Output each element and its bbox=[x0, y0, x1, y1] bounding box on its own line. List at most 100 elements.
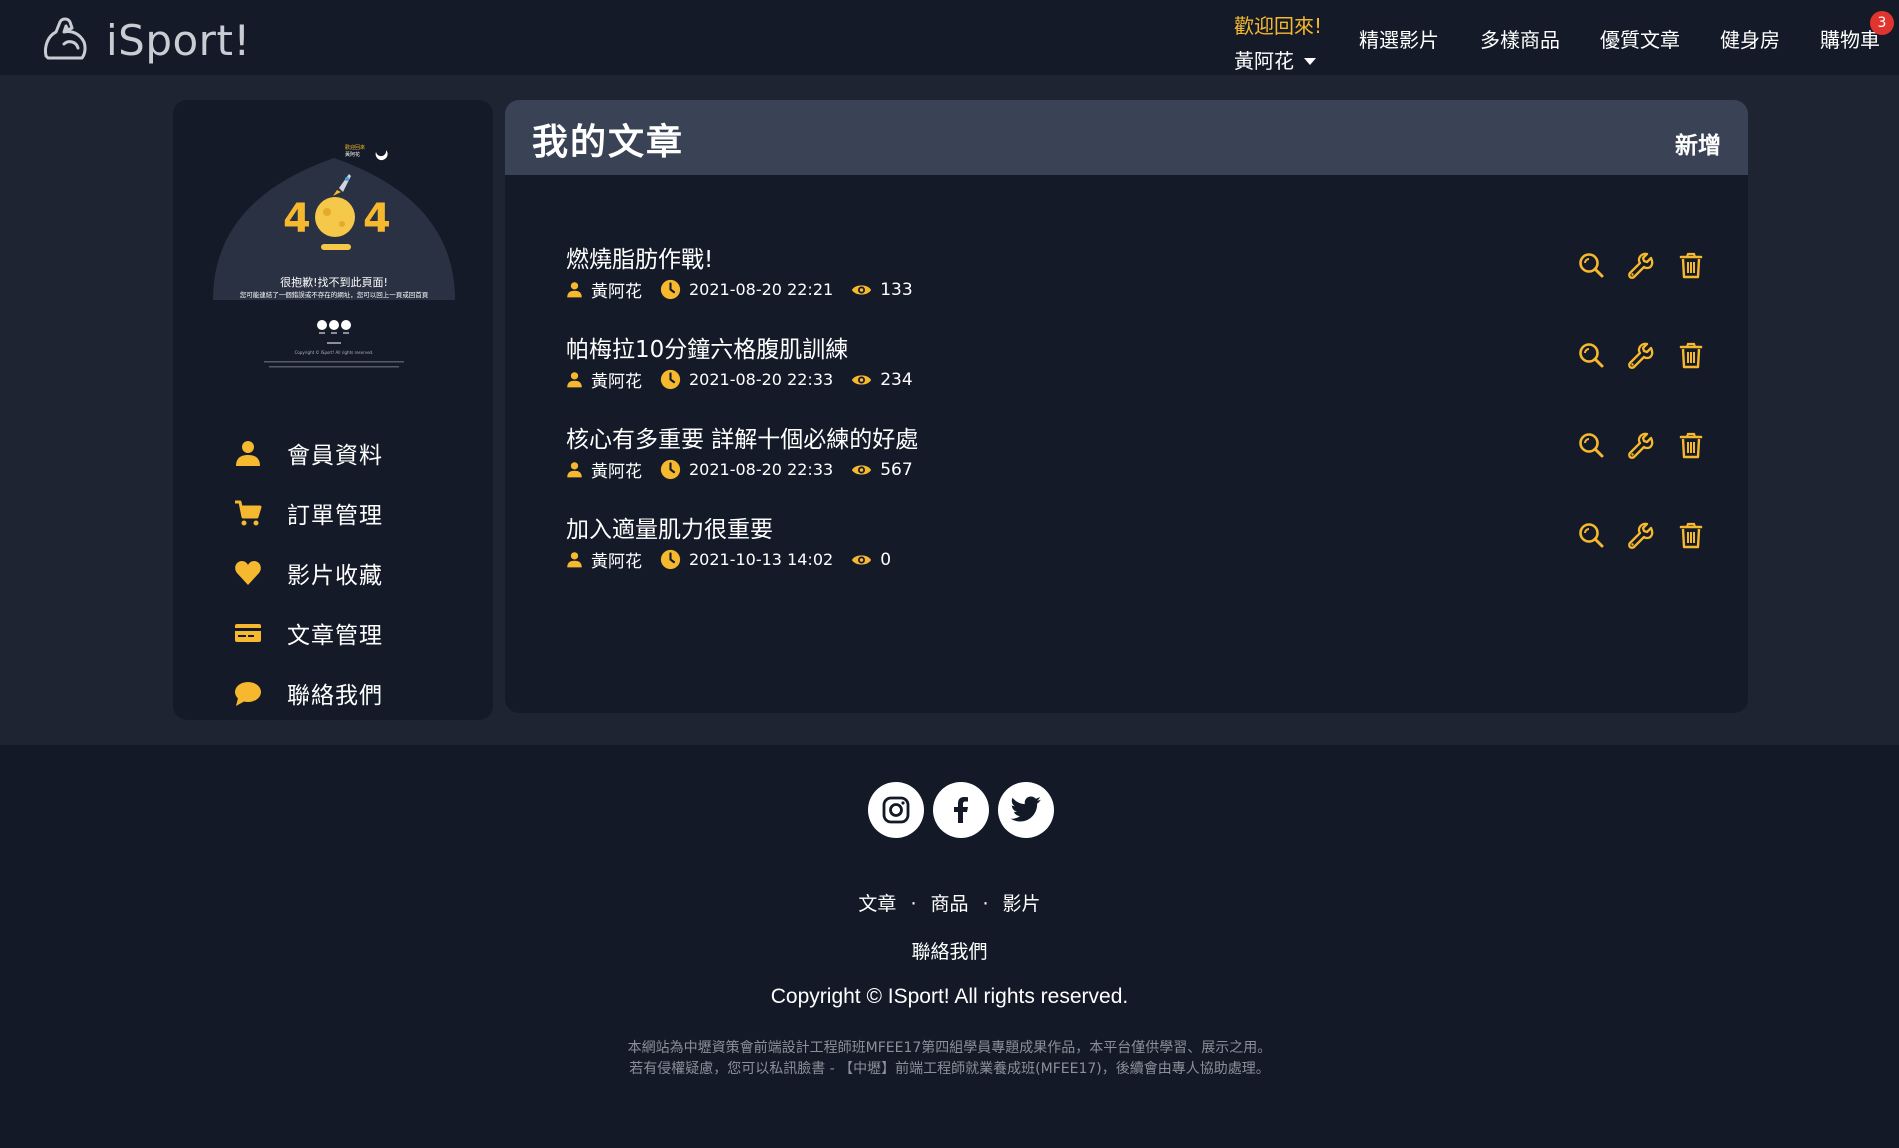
article-title[interactable]: 帕梅拉10分鐘六格腹肌訓練 bbox=[566, 330, 848, 364]
welcome-text: 歡迎回來! bbox=[1234, 14, 1323, 38]
trash-icon bbox=[1679, 432, 1703, 459]
facebook-icon bbox=[954, 797, 968, 823]
search-icon bbox=[1579, 523, 1604, 548]
wrench-icon bbox=[1628, 432, 1654, 459]
article-meta: 黃阿花 2021-08-20 22:21 133 bbox=[566, 277, 931, 302]
views-count: 234 bbox=[880, 369, 913, 390]
nav-products[interactable]: 多樣商品 bbox=[1480, 24, 1560, 53]
sidebar-item-article-management[interactable]: 文章管理 bbox=[233, 616, 383, 650]
date-text: 2021-10-13 14:02 bbox=[689, 550, 834, 569]
clock-icon bbox=[660, 279, 681, 300]
thumb-instagram-icon bbox=[317, 320, 327, 330]
search-icon bbox=[1579, 433, 1604, 458]
clock-icon bbox=[660, 369, 681, 390]
view-article-button[interactable] bbox=[1576, 430, 1606, 460]
views-count: 133 bbox=[880, 279, 913, 300]
thumb-404-right: 4 bbox=[363, 196, 391, 242]
cart-icon bbox=[233, 498, 263, 528]
user-dropdown[interactable]: 黃阿花 bbox=[1234, 45, 1322, 74]
thumb-twitter-icon bbox=[341, 320, 351, 330]
member-sidebar: 歡迎回來 黃阿花 4 4 很抱歉!找不到此頁面! 您可能連結了一個錯誤或不存在的… bbox=[173, 100, 493, 720]
eye-icon bbox=[852, 554, 872, 565]
trash-icon bbox=[1679, 252, 1703, 279]
article-row: 核心有多重要 詳解十個必練的好處 黃阿花 2021-08-20 22:33 56… bbox=[566, 420, 1706, 500]
article-row: 燃燒脂肪作戰! 黃阿花 2021-08-20 22:21 133 bbox=[566, 240, 1706, 320]
author-name: 黃阿花 bbox=[591, 462, 642, 482]
add-article-button[interactable]: 新增 bbox=[1675, 126, 1721, 160]
sidebar-item-label: 影片收藏 bbox=[287, 563, 383, 589]
sidebar-item-video-favorites[interactable]: 影片收藏 bbox=[233, 556, 383, 590]
brand-name: iSport! bbox=[106, 15, 251, 65]
user-icon bbox=[233, 438, 263, 468]
sidebar-item-label: 會員資料 bbox=[287, 443, 383, 469]
instagram-button[interactable] bbox=[868, 782, 924, 838]
eye-icon bbox=[852, 284, 872, 295]
article-title[interactable]: 核心有多重要 詳解十個必練的好處 bbox=[566, 420, 918, 454]
nav-articles[interactable]: 優質文章 bbox=[1600, 24, 1680, 53]
twitter-icon bbox=[1010, 796, 1041, 822]
facebook-button[interactable] bbox=[933, 782, 989, 838]
wrench-icon bbox=[1628, 252, 1654, 279]
nav-videos[interactable]: 精選影片 bbox=[1359, 24, 1439, 53]
view-article-button[interactable] bbox=[1576, 340, 1606, 370]
card-icon bbox=[233, 618, 263, 648]
thumb-404-left: 4 bbox=[283, 196, 311, 242]
user-icon bbox=[567, 282, 582, 298]
sidebar-item-contact[interactable]: 聯絡我們 bbox=[233, 676, 383, 710]
article-date: 2021-08-20 22:33 bbox=[660, 459, 833, 480]
edit-article-button[interactable] bbox=[1626, 430, 1656, 460]
search-icon bbox=[1579, 343, 1604, 368]
footer-copyright: Copyright © ISport! All rights reserved. bbox=[770, 985, 1129, 1008]
delete-article-button[interactable] bbox=[1676, 520, 1706, 550]
article-date: 2021-08-20 22:33 bbox=[660, 369, 833, 390]
article-views: 0 bbox=[851, 550, 891, 570]
social-links bbox=[868, 782, 1063, 838]
article-date: 2021-10-13 14:02 bbox=[660, 549, 833, 570]
view-article-button[interactable] bbox=[1576, 520, 1606, 550]
footer-links: 文章 · 商品 · 影片 bbox=[0, 889, 1899, 916]
view-article-button[interactable] bbox=[1576, 250, 1606, 280]
edit-article-button[interactable] bbox=[1626, 250, 1656, 280]
trash-icon bbox=[1679, 342, 1703, 369]
user-icon bbox=[567, 552, 582, 568]
brand-logo[interactable]: iSport! bbox=[38, 10, 251, 70]
moon-icon bbox=[375, 150, 388, 161]
article-date: 2021-08-20 22:21 bbox=[660, 279, 833, 300]
planet-icon bbox=[315, 197, 355, 237]
sidebar-item-profile[interactable]: 會員資料 bbox=[233, 436, 383, 470]
edit-article-button[interactable] bbox=[1626, 520, 1656, 550]
flexed-arm-icon bbox=[38, 10, 94, 70]
article-actions bbox=[1556, 520, 1706, 550]
footer-link-products[interactable]: 商品 bbox=[930, 893, 968, 915]
delete-article-button[interactable] bbox=[1676, 430, 1706, 460]
article-author: 黃阿花 bbox=[566, 547, 642, 572]
user-menu[interactable]: 歡迎回來! 黃阿花 bbox=[1234, 10, 1322, 74]
edit-article-button[interactable] bbox=[1626, 340, 1656, 370]
author-name: 黃阿花 bbox=[591, 552, 642, 572]
nav-gym[interactable]: 健身房 bbox=[1720, 24, 1780, 53]
footer-link-videos[interactable]: 影片 bbox=[1003, 893, 1041, 915]
article-views: 567 bbox=[851, 460, 913, 480]
top-navbar: iSport! 歡迎回來! 黃阿花 精選影片 多樣商品 優質文章 健身房 購物車… bbox=[0, 0, 1899, 75]
twitter-button[interactable] bbox=[998, 782, 1054, 838]
article-title[interactable]: 燃燒脂肪作戰! bbox=[566, 240, 713, 274]
user-icon bbox=[567, 372, 582, 388]
wrench-icon bbox=[1628, 522, 1654, 549]
thumb-welcome: 歡迎回來 bbox=[345, 144, 365, 151]
article-views: 234 bbox=[851, 369, 913, 390]
article-title[interactable]: 加入適量肌力很重要 bbox=[566, 510, 773, 544]
article-views: 133 bbox=[851, 279, 913, 300]
footer-link-articles[interactable]: 文章 bbox=[858, 893, 896, 915]
author-name: 黃阿花 bbox=[591, 372, 642, 392]
clock-icon bbox=[660, 459, 681, 480]
chat-icon bbox=[233, 678, 263, 708]
clock-icon bbox=[660, 549, 681, 570]
footer-separator: · bbox=[910, 893, 917, 915]
delete-article-button[interactable] bbox=[1676, 250, 1706, 280]
page-title: 我的文章 bbox=[532, 122, 685, 163]
sidebar-item-orders[interactable]: 訂單管理 bbox=[233, 496, 383, 530]
article-meta: 黃阿花 2021-10-13 14:02 0 bbox=[566, 547, 909, 572]
footer-contact-link[interactable]: 聯絡我們 bbox=[0, 937, 1899, 964]
delete-article-button[interactable] bbox=[1676, 340, 1706, 370]
article-row: 加入適量肌力很重要 黃阿花 2021-10-13 14:02 0 bbox=[566, 510, 1706, 590]
